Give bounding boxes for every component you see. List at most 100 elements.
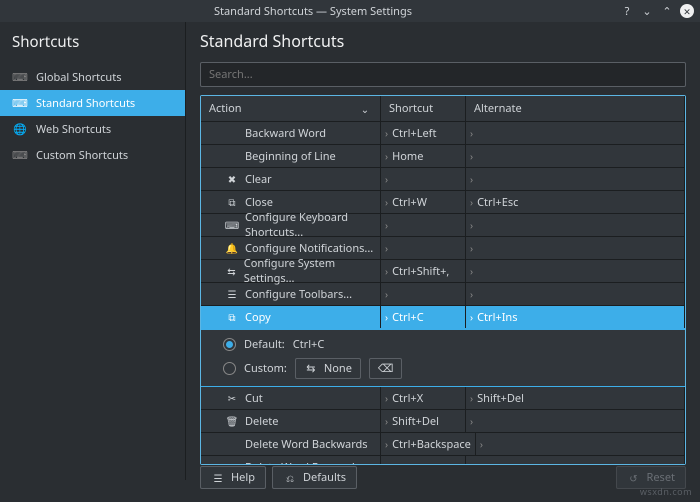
cell-action: 🗑 Delete [201, 410, 381, 432]
button-label: Defaults [303, 470, 346, 485]
table-row[interactable]: ✂Cut›Ctrl+X›Shift+Del [201, 387, 685, 410]
cell-alternate[interactable]: ›Ctrl+Ins [466, 306, 685, 328]
chevron-right-icon: › [385, 149, 388, 163]
cell-alternate[interactable]: › [466, 283, 685, 305]
cell-shortcut[interactable]: › [381, 214, 466, 236]
chevron-right-icon: › [470, 195, 473, 209]
cell-alternate[interactable]: › [466, 260, 685, 282]
shortcut-value: Ctrl+X [392, 391, 423, 406]
close-window-button[interactable]: ✕ [680, 4, 694, 18]
cell-alternate[interactable]: ›Shift+Del [466, 387, 685, 409]
cell-shortcut[interactable]: › [381, 168, 466, 190]
column-label: Action [209, 101, 242, 116]
row-icon: 🔔 [225, 241, 239, 255]
sidebar-item-standard-shortcuts[interactable]: ⌨ Standard Shortcuts [0, 90, 185, 116]
table-row[interactable]: Delete Word Forward › › [201, 456, 685, 464]
table-row[interactable]: 🗑 Delete ›Shift+Del› [201, 410, 685, 433]
row-icon [225, 460, 239, 464]
shortcut-editor-panel: Default:Ctrl+CCustom:⇆None⌫ [201, 329, 685, 387]
chevron-right-icon: › [480, 437, 483, 451]
column-header-alternate[interactable]: Alternate [466, 96, 685, 121]
custom-shortcut-button[interactable]: ⇆None [295, 358, 361, 379]
row-label: Clear [245, 172, 272, 187]
table-row[interactable]: Backward Word›Ctrl+Left› [201, 122, 685, 145]
table-header: Action ⌄ Shortcut Alternate [201, 96, 685, 122]
sidebar-item-global-shortcuts[interactable]: ⌨ Global Shortcuts [0, 64, 185, 90]
shortcut-table: Action ⌄ Shortcut Alternate Backward Wor… [200, 95, 686, 465]
help-titlebar-button[interactable]: ? [620, 4, 634, 18]
cell-shortcut[interactable]: ›Shift+Del [381, 410, 466, 432]
cell-action: ☰Configure Toolbars... [201, 283, 381, 305]
cell-alternate[interactable]: › [466, 168, 685, 190]
clear-shortcut-button[interactable]: ⌫ [369, 358, 403, 379]
keyboard-icon: ⌨ [12, 95, 28, 111]
cell-shortcut[interactable]: ›Ctrl+W [381, 191, 466, 213]
cell-alternate[interactable]: › [466, 122, 685, 144]
chevron-right-icon: › [385, 287, 388, 301]
keyboard-icon: ⌨ [12, 69, 28, 85]
table-row[interactable]: ✖Clear›› [201, 168, 685, 191]
row-label: Delete Word Forward [245, 460, 355, 465]
cell-alternate[interactable]: › [466, 214, 685, 236]
row-label: Cut [245, 391, 263, 406]
defaults-button[interactable]: ⎌ Defaults [272, 466, 357, 489]
row-icon [225, 437, 239, 451]
help-button[interactable]: ☰ Help [200, 466, 266, 489]
content-area: Standard Shortcuts Action ⌄ Shortcut Alt… [186, 22, 700, 480]
sidebar-item-web-shortcuts[interactable]: 🌐 Web Shortcuts [0, 116, 185, 142]
table-row[interactable]: Delete Word Backwards›Ctrl+Backspace› [201, 433, 685, 456]
table-body[interactable]: Backward Word›Ctrl+Left›Beginning of Lin… [201, 122, 685, 464]
row-label: Close [245, 195, 273, 210]
cell-alternate[interactable]: › [466, 145, 685, 167]
cell-action: Delete Word Forward [201, 456, 381, 464]
row-icon [225, 149, 239, 163]
chevron-right-icon: › [470, 310, 473, 324]
cell-alternate[interactable]: › [466, 237, 685, 259]
cell-shortcut[interactable]: › [381, 283, 466, 305]
table-row[interactable]: ☰Configure Toolbars... › › [201, 283, 685, 306]
custom-radio[interactable] [223, 362, 236, 375]
cell-shortcut[interactable]: ›Home [381, 145, 466, 167]
cell-shortcut[interactable]: › [381, 456, 466, 464]
default-radio[interactable] [223, 338, 236, 351]
cell-alternate[interactable]: › [476, 433, 685, 455]
chevron-right-icon: › [470, 391, 473, 405]
backspace-icon: ⌫ [378, 361, 394, 376]
sidebar-item-custom-shortcuts[interactable]: ⌨ Custom Shortcuts [0, 142, 185, 168]
chevron-right-icon: › [470, 460, 473, 464]
chevron-right-icon: › [470, 172, 473, 186]
reset-icon: ↺ [627, 471, 641, 485]
button-label: Help [231, 470, 255, 485]
cell-shortcut[interactable]: ›Ctrl+C [381, 306, 466, 328]
sidebar: Shortcuts ⌨ Global Shortcuts ⌨ Standard … [0, 22, 186, 480]
cell-shortcut[interactable]: ›Ctrl+Shift+, [381, 260, 466, 282]
help-icon: ☰ [211, 471, 225, 485]
cell-alternate[interactable]: ›Ctrl+Esc [466, 191, 685, 213]
cell-shortcut[interactable]: ›Ctrl+Left [381, 122, 466, 144]
sidebar-title: Shortcuts [0, 22, 185, 64]
row-label: Delete [245, 414, 278, 429]
defaults-icon: ⎌ [283, 471, 297, 485]
sidebar-item-label: Global Shortcuts [36, 70, 121, 85]
globe-icon: 🌐 [12, 121, 28, 137]
row-icon: 🗑 [225, 414, 239, 428]
row-icon: ☰ [225, 287, 239, 301]
maximize-button[interactable]: ⌃ [660, 4, 674, 18]
cell-alternate[interactable]: › [466, 456, 685, 464]
cell-shortcut[interactable]: ›Ctrl+X [381, 387, 466, 409]
shortcut-value: Ctrl+W [392, 195, 427, 210]
column-header-action[interactable]: Action ⌄ [201, 96, 381, 121]
table-row[interactable]: Beginning of Line›Home› [201, 145, 685, 168]
cell-alternate[interactable]: › [466, 410, 685, 432]
minimize-button[interactable]: ⌄ [640, 4, 654, 18]
table-row[interactable]: ⇆Configure System Settings...›Ctrl+Shift… [201, 260, 685, 283]
column-header-shortcut[interactable]: Shortcut [381, 96, 466, 121]
table-row[interactable]: ⌨Configure Keyboard Shortcuts...›› [201, 214, 685, 237]
table-row[interactable]: ⧉Copy›Ctrl+C›Ctrl+Ins [201, 306, 685, 329]
row-label: Configure Notifications... [245, 241, 373, 256]
cell-shortcut[interactable]: ›Ctrl+Backspace [381, 433, 476, 455]
cell-shortcut[interactable]: › [381, 237, 466, 259]
chevron-right-icon: › [385, 437, 388, 451]
search-input[interactable] [200, 62, 686, 87]
sidebar-item-label: Custom Shortcuts [36, 148, 128, 163]
